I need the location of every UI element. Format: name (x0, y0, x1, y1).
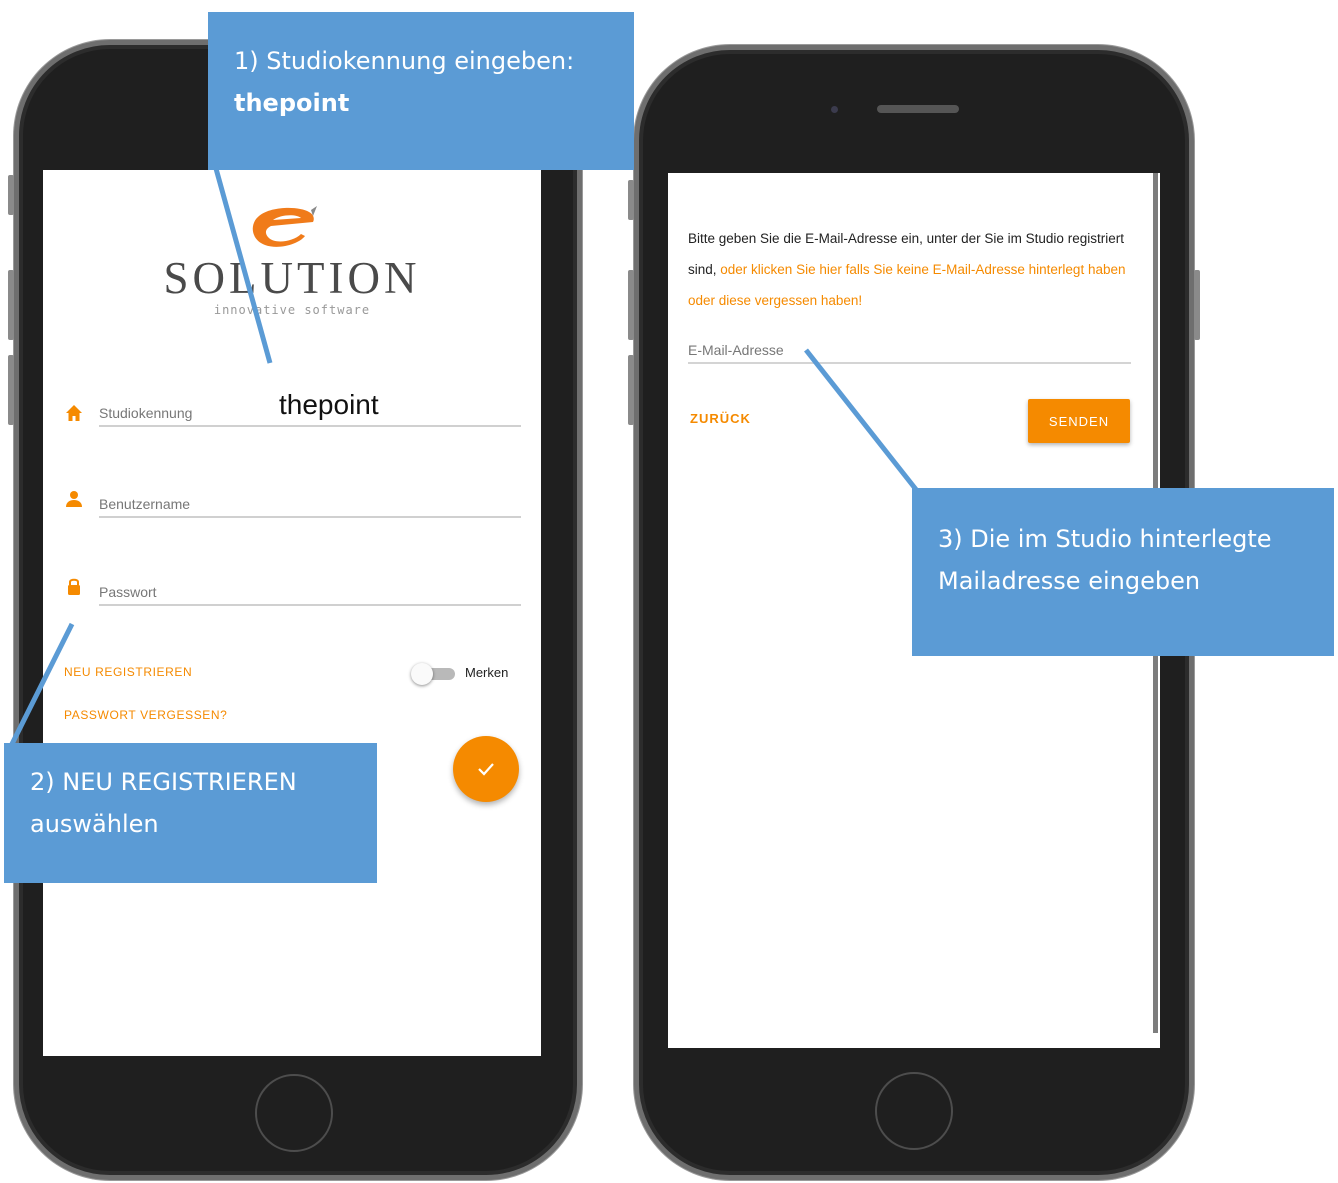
person-icon (66, 491, 82, 507)
forgot-password-link[interactable]: PASSWORT VERGESSEN? (64, 708, 227, 722)
logo-tagline: innovative software (213, 303, 371, 317)
remember-toggle[interactable] (411, 663, 455, 685)
send-button[interactable]: SENDEN (1028, 399, 1130, 443)
logo-title: SOLUTION (163, 253, 421, 303)
email-input[interactable] (688, 342, 1131, 358)
volume-down-button (8, 355, 14, 425)
earpiece-speaker (877, 105, 959, 113)
check-icon (478, 763, 494, 776)
callout-step-2: 2) NEU REGISTRIEREN auswählen (4, 743, 377, 883)
callout-step-3: 3) Die im Studio hinterlegte Mailadresse… (912, 488, 1334, 656)
callout-step-1-value: thepoint (234, 89, 350, 117)
back-button[interactable]: ZURÜCK (690, 411, 751, 426)
front-camera (831, 106, 838, 113)
password-field[interactable]: Passwort (99, 576, 521, 606)
callout-step-2-line2: auswählen (30, 810, 159, 838)
left-phone: SOLUTION innovative software Studiokennu… (8, 40, 582, 1180)
home-button (875, 1072, 953, 1150)
username-label: Benutzername (99, 496, 191, 512)
lock-icon (68, 578, 80, 595)
studio-id-field[interactable]: Studiokennung thepoint (99, 389, 521, 427)
mute-switch (628, 180, 634, 220)
remember-label: Merken (465, 665, 509, 680)
volume-up-button (628, 270, 634, 340)
callout-step-3-line1: 3) Die im Studio hinterlegte (938, 525, 1272, 553)
logo-e-icon (252, 206, 317, 247)
callout-step-1: 1) Studiokennung eingeben: thepoint (208, 12, 634, 170)
register-link[interactable]: NEU REGISTRIEREN (64, 665, 192, 679)
password-label: Passwort (99, 584, 157, 600)
callout-step-3-line2: Mailadresse eingeben (938, 567, 1201, 595)
mute-switch (8, 175, 14, 215)
callout-step-1-text: 1) Studiokennung eingeben: (234, 47, 575, 75)
volume-down-button (628, 355, 634, 425)
intro-text: Bitte geben Sie die E-Mail-Adresse ein, … (688, 223, 1138, 316)
home-button (255, 1074, 333, 1152)
home-icon (66, 405, 82, 421)
login-screen: SOLUTION innovative software Studiokennu… (43, 170, 541, 1056)
email-field[interactable] (688, 328, 1131, 364)
username-field[interactable]: Benutzername (99, 488, 521, 518)
studio-id-value: thepoint (279, 389, 379, 420)
no-email-link[interactable]: oder klicken Sie hier falls Sie keine E-… (688, 262, 1126, 308)
callout-step-2-line1: 2) NEU REGISTRIEREN (30, 768, 297, 796)
submit-button[interactable] (453, 736, 519, 802)
power-button (1194, 270, 1200, 340)
studio-id-label: Studiokennung (99, 405, 193, 421)
volume-up-button (8, 270, 14, 340)
